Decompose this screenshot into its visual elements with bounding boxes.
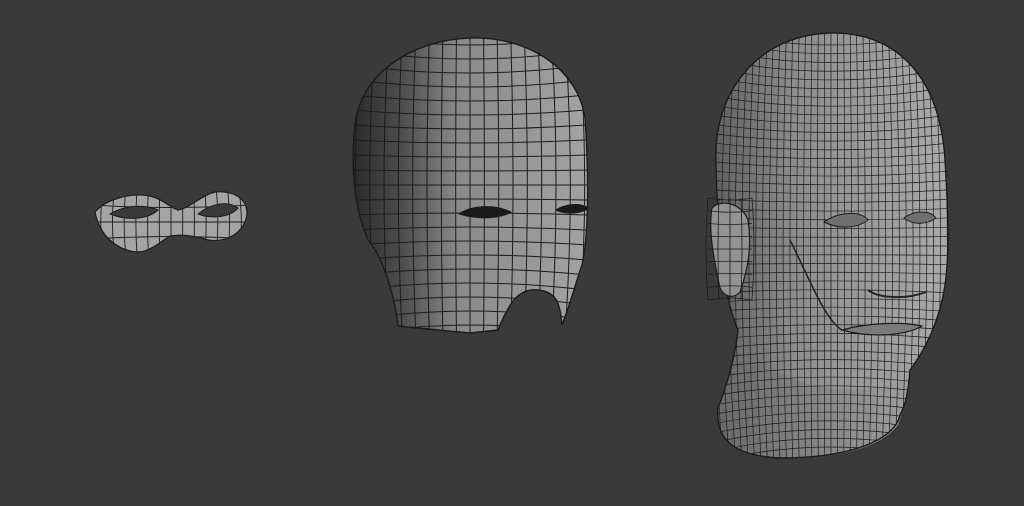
3d-viewport[interactable] — [0, 0, 1024, 506]
low-poly-head-model[interactable] — [341, 34, 599, 336]
wire-edge — [250, 188, 253, 256]
wire-edge — [341, 34, 348, 336]
wire-edge — [592, 34, 599, 336]
wire-edge — [89, 188, 92, 256]
viewport-canvas[interactable] — [0, 0, 1024, 506]
eye-ring-model[interactable] — [89, 188, 253, 256]
wire-edge — [95, 250, 247, 252]
wire-edge — [952, 30, 961, 462]
high-poly-head-model[interactable] — [701, 30, 961, 462]
wire-edge — [705, 197, 709, 301]
wire-edge — [701, 30, 710, 462]
